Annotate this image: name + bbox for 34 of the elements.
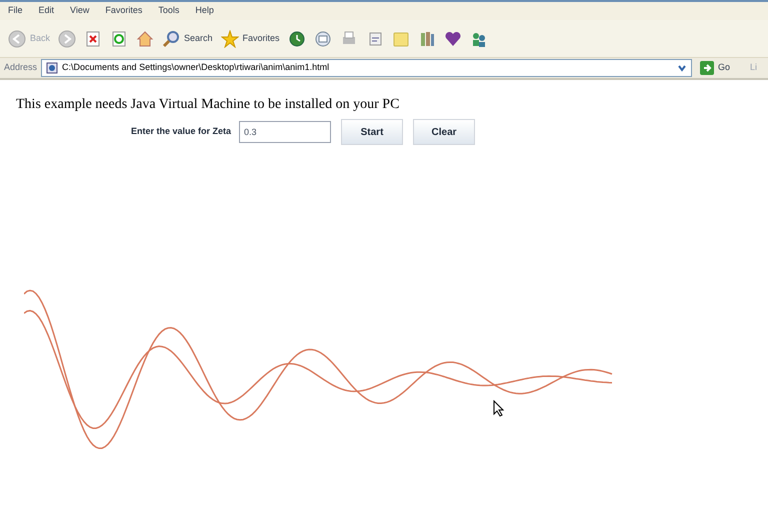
go-arrow-icon — [700, 61, 714, 75]
star-icon — [220, 30, 239, 48]
heart-icon — [444, 30, 462, 48]
mail-icon — [314, 30, 332, 48]
toolbar-button[interactable] — [84, 30, 102, 48]
home-icon — [136, 30, 154, 48]
toolbar-button[interactable] — [444, 30, 462, 48]
zeta-label: Enter the value for Zeta — [131, 125, 232, 138]
menu-item[interactable]: Tools — [158, 4, 180, 18]
toolbar-button[interactable]: Favorites — [220, 30, 280, 48]
menu-item[interactable]: Favorites — [105, 4, 142, 18]
search-icon — [162, 30, 180, 48]
go-button[interactable]: Go — [700, 61, 730, 75]
menu-item[interactable]: View — [70, 4, 90, 18]
clock-icon — [288, 30, 306, 48]
refresh-icon — [110, 30, 128, 48]
toolbar-button[interactable]: Search — [162, 30, 213, 48]
stop-icon — [84, 30, 102, 48]
toolbar-button[interactable] — [136, 30, 154, 48]
address-label: Address — [4, 61, 38, 74]
mouse-pointer-icon — [493, 400, 505, 417]
menu-item[interactable]: Edit — [38, 4, 54, 18]
address-field[interactable]: C:\Documents and Settings\owner\Desktop\rtiwari\anim\anim1.html — [41, 59, 692, 77]
menu-item[interactable]: File — [8, 4, 23, 18]
clear-button[interactable]: Clear — [413, 119, 476, 145]
page-icon — [46, 62, 58, 74]
menu-item[interactable]: Help — [195, 4, 214, 18]
folder-icon — [392, 30, 410, 48]
toolbar-button[interactable] — [110, 30, 128, 48]
notice-text: This example needs Java Virtual Machine to be installed on your PC — [16, 96, 400, 114]
toolbar-button[interactable] — [288, 30, 306, 48]
toolbar-button[interactable] — [314, 30, 332, 48]
zeta-input-field[interactable]: 0.3 — [239, 121, 332, 143]
start-button[interactable]: Start — [341, 119, 404, 145]
